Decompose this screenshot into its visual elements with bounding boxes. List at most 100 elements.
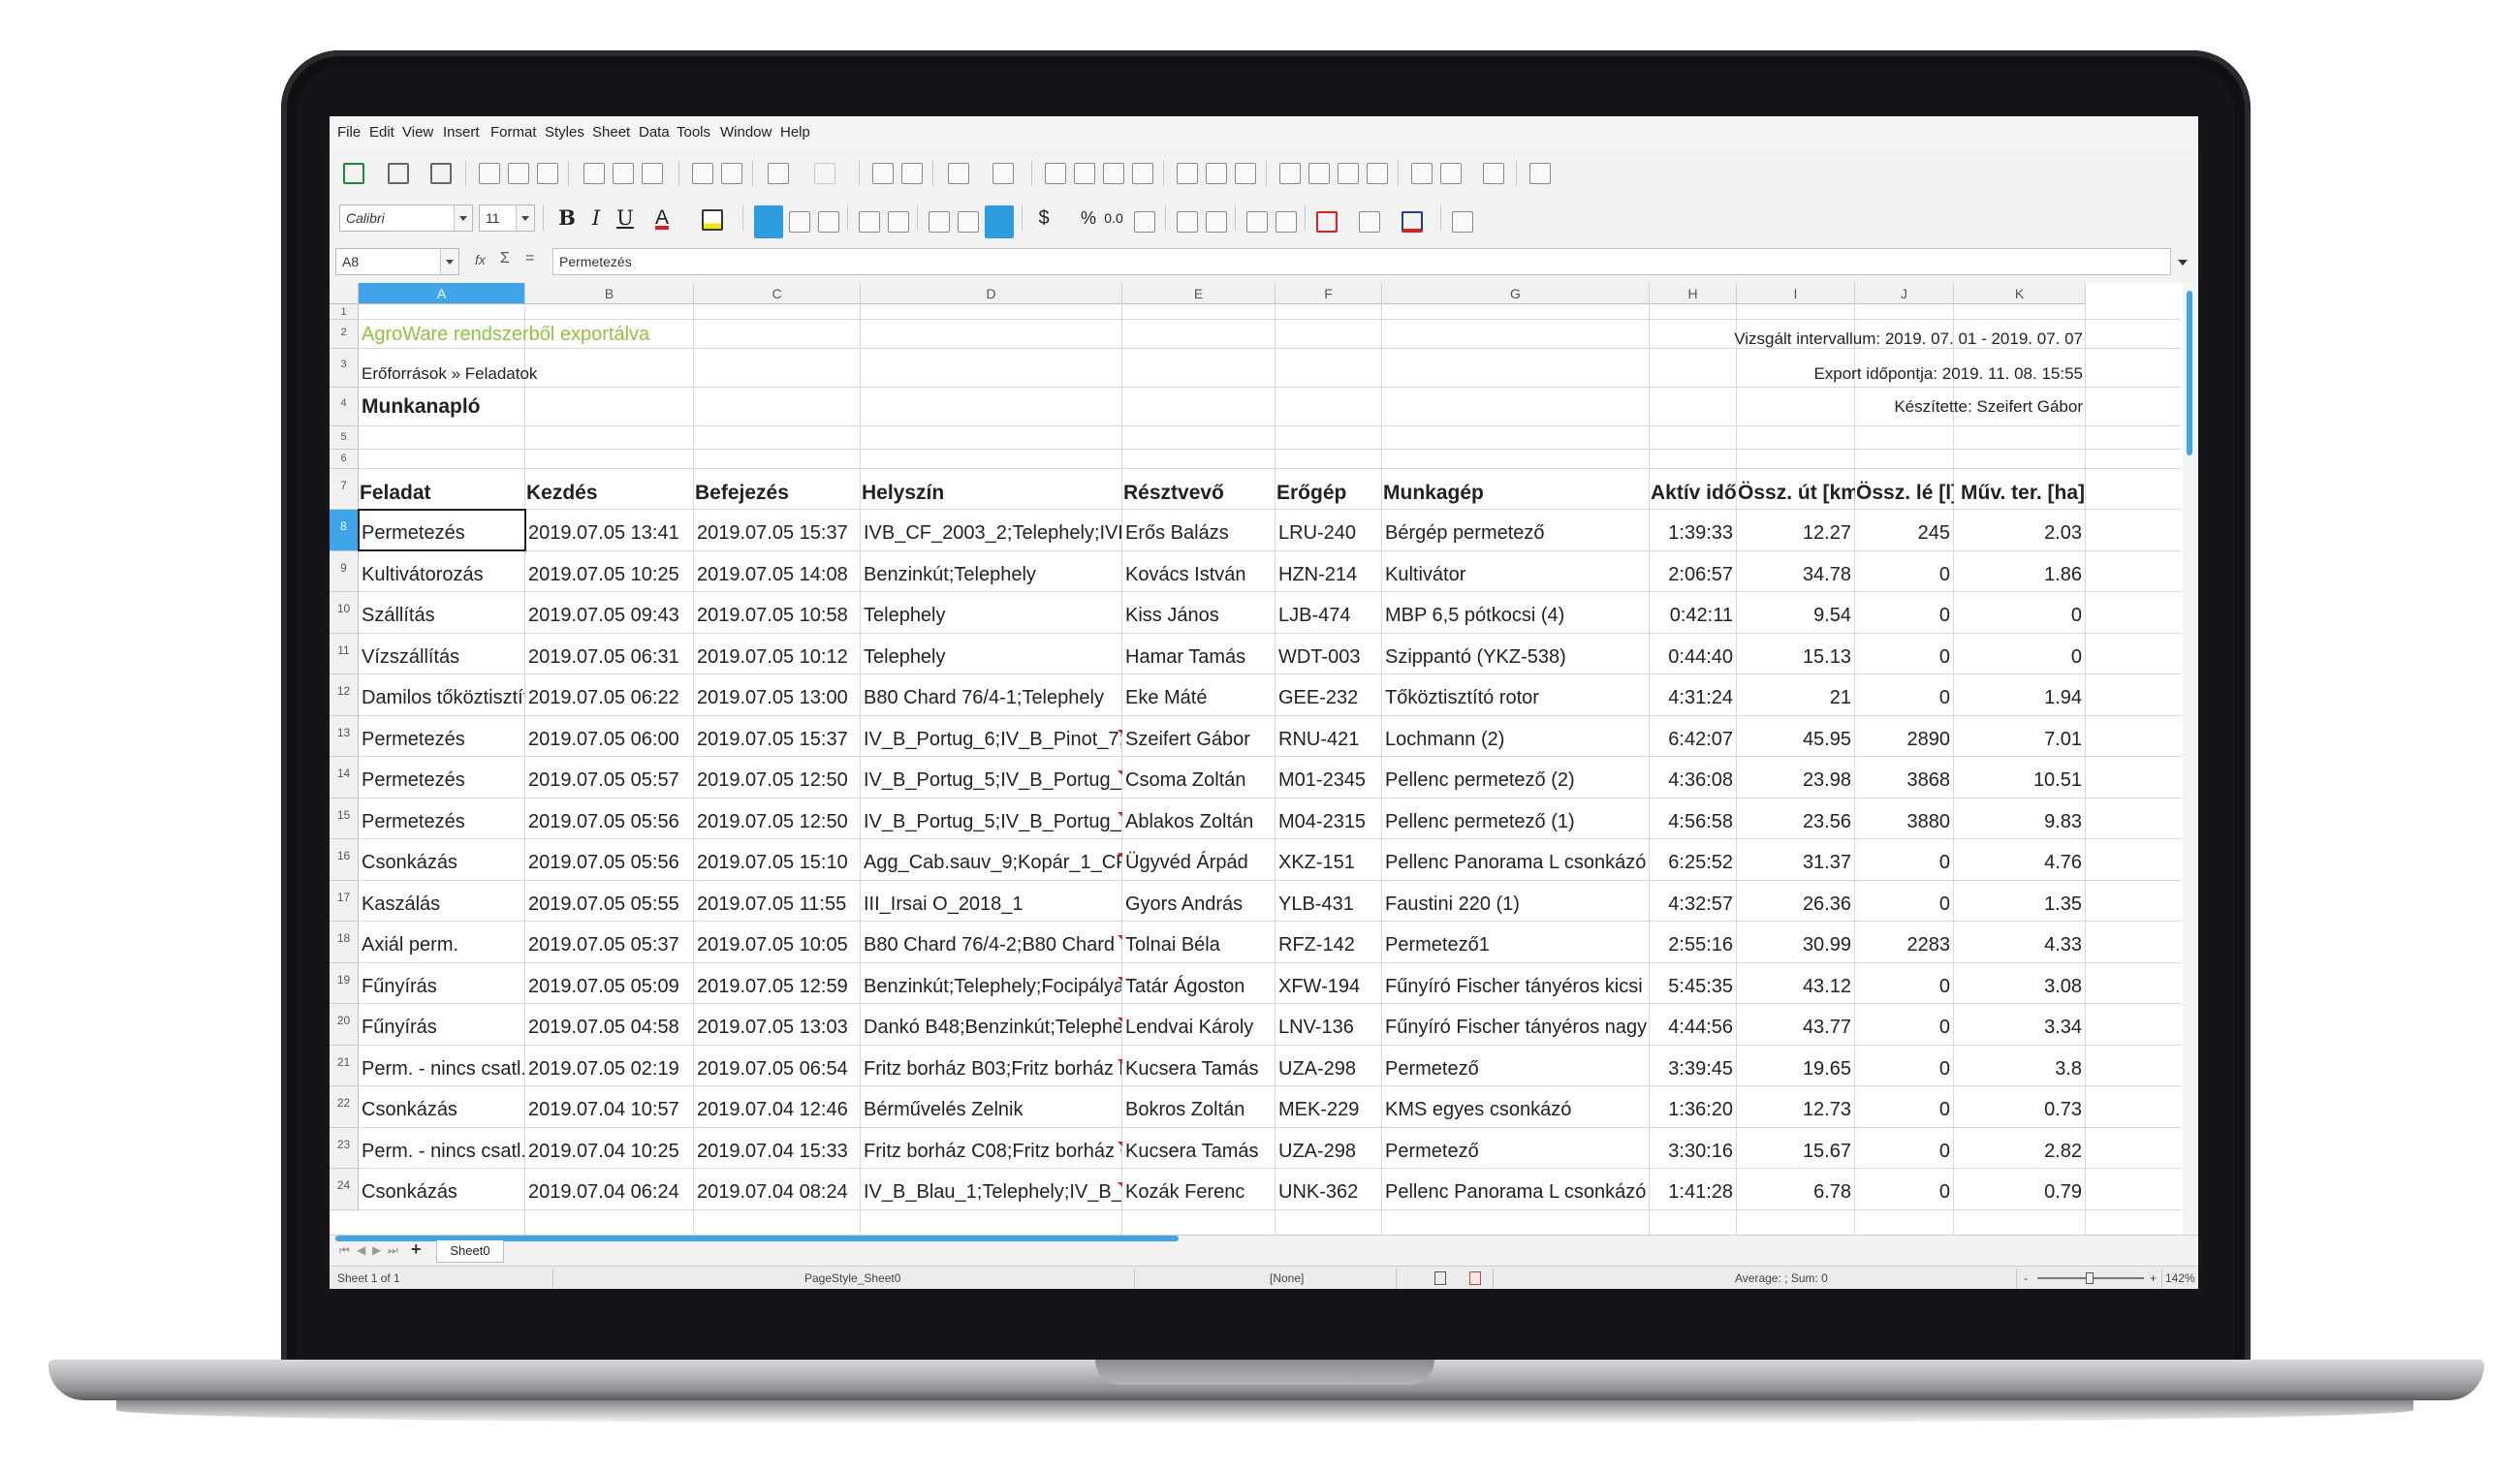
table-cell[interactable]: Fritz borház B03;Fritz borház B0 — [861, 1046, 1121, 1086]
border-style-icon[interactable] — [1359, 211, 1380, 233]
delete-decimal-icon[interactable] — [1206, 211, 1227, 233]
table-cell[interactable]: Permetező — [1382, 1128, 1649, 1169]
table-cell[interactable]: 3.8 — [1954, 1046, 2085, 1086]
font-size-dropdown-icon[interactable] — [516, 205, 534, 231]
table-cell[interactable]: 2019.07.04 08:24 — [694, 1169, 860, 1209]
table-cell[interactable]: Szippantó (YKZ-538) — [1382, 634, 1649, 674]
table-cell[interactable]: 2019.07.05 02:19 — [525, 1046, 693, 1086]
table-cell[interactable]: RNU-421 — [1276, 716, 1381, 757]
borders-icon[interactable] — [1316, 211, 1338, 233]
table-cell[interactable]: IV_B_Portug_5;IV_B_Portug_6;T — [861, 757, 1121, 798]
table-cell[interactable]: Benzinkút;Telephely — [861, 551, 1121, 592]
table-cell[interactable]: UZA-298 — [1276, 1128, 1381, 1169]
column-icon[interactable] — [992, 163, 1014, 184]
table-cell[interactable]: IV_B_Portug_6;IV_B_Pinot_7;IV_ — [861, 716, 1121, 757]
table-cell[interactable]: B80 Chard 76/4-2;B80 Chard 76 — [861, 922, 1121, 962]
table-cell[interactable]: Kaszálás — [359, 881, 524, 922]
table-cell[interactable]: UNK-362 — [1276, 1169, 1381, 1209]
row-header-18[interactable]: 18 — [330, 922, 359, 963]
vertical-scrollbar[interactable] — [2183, 283, 2198, 1235]
zoom-in-button[interactable]: + — [2150, 1271, 2157, 1285]
show-draw-functions-icon[interactable] — [1529, 163, 1551, 184]
comment-icon[interactable] — [1338, 163, 1359, 184]
row-header-2[interactable]: 2 — [330, 320, 359, 349]
table-cell[interactable]: Csonkázás — [359, 1086, 524, 1127]
conditional-format-icon[interactable] — [1452, 211, 1473, 233]
table-cell[interactable]: Csoma Zoltán — [1122, 757, 1275, 798]
pivot-table-icon[interactable] — [1235, 163, 1256, 184]
font-name-dropdown-icon[interactable] — [454, 205, 472, 231]
table-cell[interactable]: Erős Balázs — [1122, 510, 1275, 550]
table-cell[interactable]: 0 — [1855, 881, 1953, 922]
table-cell[interactable]: Kucsera Tamás — [1122, 1046, 1275, 1086]
table-cell[interactable]: 3.34 — [1954, 1004, 2085, 1045]
table-cell[interactable]: 2:55:16 — [1650, 922, 1736, 962]
table-cell[interactable]: 7.01 — [1954, 716, 2085, 757]
table-cell[interactable]: Kiss János — [1122, 592, 1275, 633]
table-cell[interactable]: 2019.07.05 06:54 — [694, 1046, 860, 1086]
table-cell[interactable]: 2019.07.05 12:59 — [694, 963, 860, 1004]
wrap-text-icon[interactable] — [859, 211, 880, 233]
table-cell[interactable]: 9.83 — [1954, 799, 2085, 839]
find-replace-icon[interactable] — [872, 163, 894, 184]
table-cell[interactable]: 2019.07.05 11:55 — [694, 881, 860, 922]
font-size-combo[interactable]: 11 — [479, 204, 535, 232]
headers-footers-icon[interactable] — [1367, 163, 1388, 184]
menu-help[interactable]: Help — [780, 124, 810, 141]
split-window-icon[interactable] — [1483, 163, 1504, 184]
table-cell[interactable]: 0 — [1954, 634, 2085, 674]
table-cell[interactable]: 245 — [1855, 510, 1953, 550]
table-cell[interactable]: III_Irsai O_2018_1 — [861, 881, 1121, 922]
table-cell[interactable]: Permetező — [1382, 1046, 1649, 1086]
copy-icon[interactable] — [613, 163, 634, 184]
merge-center-icon[interactable] — [888, 211, 909, 233]
export-pdf-icon[interactable] — [479, 163, 500, 184]
table-cell[interactable]: 21 — [1737, 674, 1854, 715]
bold-icon[interactable]: B — [552, 202, 582, 235]
row-header-6[interactable]: 6 — [330, 450, 359, 469]
table-cell[interactable]: 0 — [1855, 674, 1953, 715]
table-cell[interactable]: Gyors András — [1122, 881, 1275, 922]
row-header-13[interactable]: 13 — [330, 715, 359, 757]
table-cell[interactable]: 2019.07.05 13:03 — [694, 1004, 860, 1045]
spreadsheet-grid[interactable]: A B C D E F G H I J K 1 2 3 4 5 6 7 8 9 10 11 12 13 1… — [330, 283, 2198, 1235]
cut-icon[interactable] — [583, 163, 605, 184]
table-cell[interactable]: IVB_CF_2003_2;Telephely;IVB_C — [861, 510, 1121, 550]
row-header-14[interactable]: 14 — [330, 757, 359, 799]
table-cell[interactable]: Pellenc permetező (1) — [1382, 799, 1649, 839]
table-cell[interactable]: Telephely — [861, 592, 1121, 633]
menu-tools[interactable]: Tools — [677, 124, 710, 141]
table-cell[interactable]: Damilos tőköztisztítás — [359, 674, 524, 715]
save-icon[interactable] — [430, 163, 452, 184]
table-cell[interactable]: 15.13 — [1737, 634, 1854, 674]
table-cell[interactable]: RFZ-142 — [1276, 922, 1381, 962]
table-cell[interactable]: Permetezés — [359, 716, 524, 757]
table-cell[interactable]: 2019.07.05 05:55 — [525, 881, 693, 922]
table-cell[interactable]: 4:44:56 — [1650, 1004, 1736, 1045]
next-sheet-icon[interactable]: ▶ — [372, 1243, 381, 1257]
table-cell[interactable]: Permetezés — [359, 757, 524, 798]
table-cell[interactable]: M01-2345 — [1276, 757, 1381, 798]
table-cell[interactable]: 2019.07.05 09:43 — [525, 592, 693, 633]
table-cell[interactable]: 0:42:11 — [1650, 592, 1736, 633]
table-cell[interactable]: Telephely — [861, 634, 1121, 674]
table-cell[interactable]: Ügyvéd Árpád — [1122, 839, 1275, 880]
table-cell[interactable]: 2019.07.04 10:25 — [525, 1128, 693, 1169]
table-cell[interactable]: 0:44:40 — [1650, 634, 1736, 674]
autofilter-icon[interactable] — [1132, 163, 1153, 184]
row-header-7[interactable]: 7 — [330, 469, 359, 510]
table-cell[interactable]: 2019.07.05 12:50 — [694, 799, 860, 839]
align-left-icon[interactable] — [754, 205, 783, 238]
row-header-23[interactable]: 23 — [330, 1127, 359, 1169]
align-center-icon[interactable] — [789, 211, 810, 233]
last-sheet-icon[interactable]: ⏭ — [388, 1243, 398, 1258]
decrease-indent-icon[interactable] — [1276, 211, 1297, 233]
table-cell[interactable]: 2019.07.05 05:56 — [525, 799, 693, 839]
table-cell[interactable]: 15.67 — [1737, 1128, 1854, 1169]
table-cell[interactable]: Ablakos Zoltán — [1122, 799, 1275, 839]
table-cell[interactable]: 2.03 — [1954, 510, 2085, 550]
table-cell[interactable]: LJB-474 — [1276, 592, 1381, 633]
table-cell[interactable]: Kultivátor — [1382, 551, 1649, 592]
table-cell[interactable]: 9.54 — [1737, 592, 1854, 633]
table-cell[interactable]: Faustini 220 (1) — [1382, 881, 1649, 922]
